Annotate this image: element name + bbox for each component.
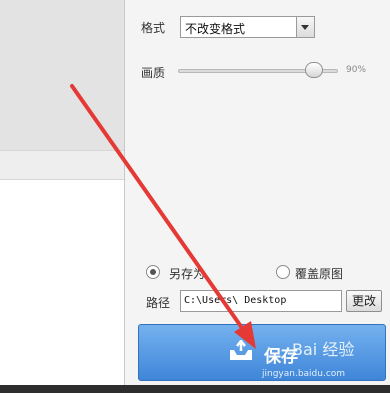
annotation-arrow-layer: [70, 84, 256, 349]
annotation-arrow-line: [70, 84, 249, 337]
annotation-arrow-head: [234, 321, 256, 349]
bottom-bar: [0, 385, 390, 393]
